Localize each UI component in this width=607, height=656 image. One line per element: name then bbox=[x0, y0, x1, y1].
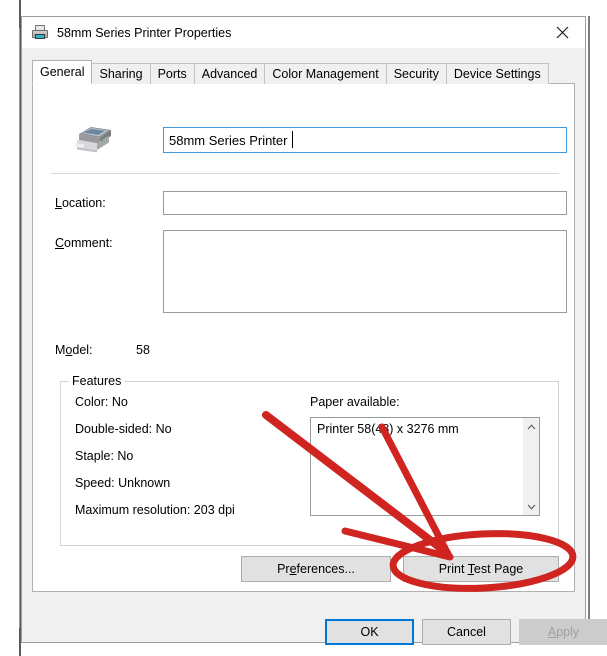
location-label: Location: bbox=[55, 196, 106, 210]
general-tab-panel: Location: Comment: Model: 58 Features Co… bbox=[32, 83, 575, 592]
feature-color: Color: No bbox=[75, 395, 128, 409]
printer-properties-dialog: 58mm Series Printer Properties General S… bbox=[21, 16, 607, 645]
model-label: Model: bbox=[55, 343, 93, 357]
print-test-page-button[interactable]: Print Test Page bbox=[403, 556, 559, 582]
model-value: 58 bbox=[136, 343, 150, 357]
background-window-right-edge bbox=[588, 16, 590, 644]
list-item[interactable]: Printer 58(48) x 3276 mm bbox=[311, 418, 539, 436]
tab-strip: General Sharing Ports Advanced Color Man… bbox=[32, 60, 549, 84]
printer-large-icon bbox=[71, 122, 115, 156]
section-divider bbox=[51, 173, 559, 174]
printer-name-input[interactable] bbox=[163, 127, 567, 153]
printer-icon bbox=[30, 24, 50, 42]
tab-device-settings[interactable]: Device Settings bbox=[445, 63, 549, 84]
title-bar: 58mm Series Printer Properties bbox=[22, 17, 585, 48]
features-legend: Features bbox=[69, 374, 125, 388]
comment-label: Comment: bbox=[55, 236, 113, 250]
paper-available-label: Paper available: bbox=[310, 395, 400, 409]
text-cursor bbox=[292, 131, 293, 148]
paper-available-list[interactable]: Printer 58(48) x 3276 mm bbox=[310, 417, 540, 516]
tab-ports[interactable]: Ports bbox=[149, 63, 195, 84]
chevron-down-icon[interactable] bbox=[523, 498, 540, 515]
close-icon[interactable] bbox=[540, 17, 585, 48]
window-title: 58mm Series Printer Properties bbox=[57, 25, 232, 40]
feature-double-sided: Double-sided: No bbox=[75, 422, 172, 436]
apply-button: Apply bbox=[519, 619, 607, 645]
preferences-button[interactable]: Preferences... bbox=[241, 556, 391, 582]
tab-advanced[interactable]: Advanced bbox=[193, 63, 266, 84]
background-window-left-edge-inner bbox=[19, 28, 20, 628]
comment-input[interactable] bbox=[163, 230, 567, 313]
cancel-button[interactable]: Cancel bbox=[422, 619, 511, 645]
location-input[interactable] bbox=[163, 191, 567, 215]
tab-color-management[interactable]: Color Management bbox=[264, 63, 387, 84]
scrollbar[interactable] bbox=[522, 418, 539, 515]
tab-sharing[interactable]: Sharing bbox=[91, 63, 151, 84]
feature-speed: Speed: Unknown bbox=[75, 476, 171, 490]
ok-button[interactable]: OK bbox=[325, 619, 414, 645]
tab-security[interactable]: Security bbox=[385, 63, 447, 84]
feature-staple: Staple: No bbox=[75, 449, 134, 463]
tab-general[interactable]: General bbox=[32, 60, 93, 84]
chevron-up-icon[interactable] bbox=[523, 418, 540, 435]
feature-max-resolution: Maximum resolution: 203 dpi bbox=[75, 503, 235, 517]
